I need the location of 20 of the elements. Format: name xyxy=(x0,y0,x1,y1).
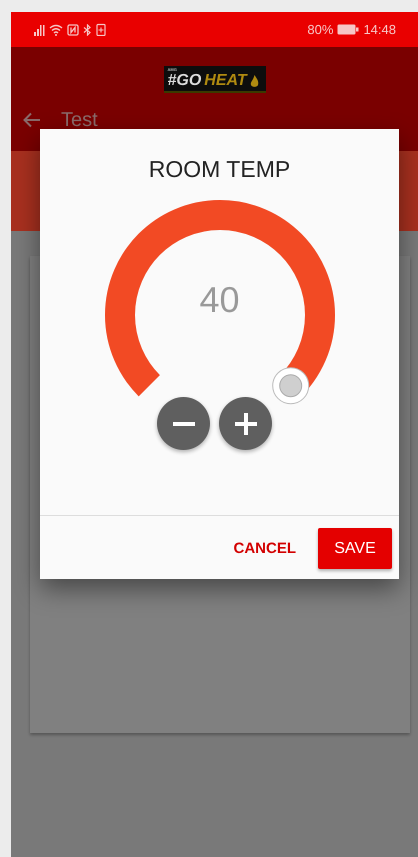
cancel-button[interactable]: CANCEL xyxy=(234,532,296,565)
battery-icon xyxy=(337,24,360,35)
plus-icon xyxy=(234,412,256,434)
increase-button[interactable] xyxy=(219,397,272,450)
save-button[interactable]: SAVE xyxy=(318,528,392,569)
logo-word: HEAT xyxy=(204,72,247,90)
page-title: Test xyxy=(61,108,98,132)
clock-time: 14:48 xyxy=(363,22,396,37)
temperature-value: 40 xyxy=(198,279,241,321)
decrease-button[interactable] xyxy=(157,397,210,450)
nfc-icon xyxy=(67,24,79,36)
battery-saver-icon xyxy=(96,23,106,36)
minus-icon xyxy=(172,422,194,426)
logo-hashtag: #GO xyxy=(168,72,202,90)
bluetooth-icon xyxy=(83,24,92,36)
signal-icon xyxy=(33,24,45,36)
dialog-title: ROOM TEMP xyxy=(148,155,290,183)
dial-thumb[interactable] xyxy=(272,367,309,404)
battery-percentage: 80% xyxy=(307,22,334,37)
wifi-icon xyxy=(49,24,63,36)
